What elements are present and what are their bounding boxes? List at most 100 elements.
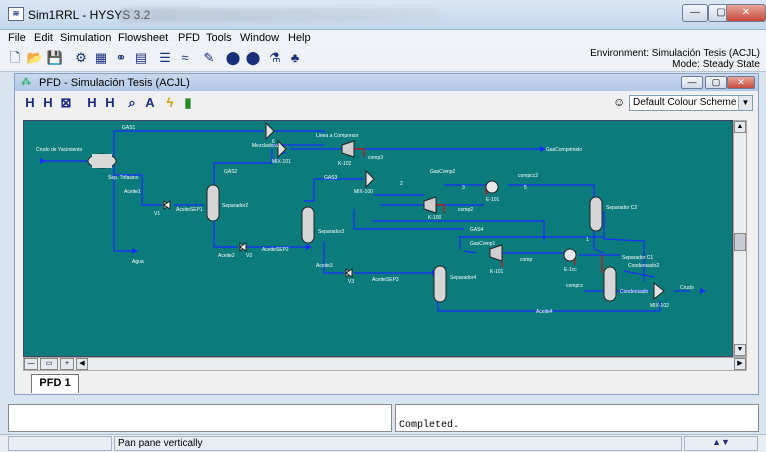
color-scheme-icon: ☺ <box>613 95 626 109</box>
save-icon[interactable]: 💾 <box>46 49 64 67</box>
open-folder-icon[interactable]: 📂 <box>26 49 44 67</box>
mix102-icon <box>653 281 665 301</box>
scroll-down-icon[interactable]: ▼ <box>734 344 746 356</box>
energy-stream-icon[interactable]: ≈ <box>176 49 194 67</box>
tab-pfd-1[interactable]: PFD 1 <box>31 374 79 393</box>
pfd-maximize-button[interactable]: ▢ <box>705 76 727 89</box>
pfd-canvas[interactable]: GAS1 Crudo de Yacimiento Sep. Trifasico … <box>23 120 733 357</box>
title-bar: ≋ Sim1RRL - HYSYS 3.2 — ▢ ✕ <box>0 0 766 30</box>
separator3-icon <box>301 206 315 244</box>
separator4-icon <box>433 265 447 303</box>
e101-icon <box>485 180 499 194</box>
size-mode-icon[interactable]: H <box>21 94 39 112</box>
label-e1cc: E-1cc <box>564 267 577 273</box>
binoculars-icon[interactable]: ⚭ <box>112 49 130 67</box>
label-separadorc2: Separador C2 <box>606 205 637 211</box>
chevron-down-icon[interactable]: ▼ <box>738 96 752 110</box>
color-scheme-value: Default Colour Scheme <box>633 97 737 108</box>
separator2-icon <box>206 184 220 222</box>
label-crudo2: Crudo <box>680 285 694 291</box>
fit-view-icon[interactable]: ⊠ <box>57 94 75 112</box>
scroll-thumb[interactable] <box>734 233 746 251</box>
separator-c2-icon <box>589 196 603 232</box>
label-gascomp1: GasComp1 <box>470 241 496 247</box>
solver-arrows-icon[interactable]: ▲▼ <box>684 436 758 451</box>
horizontal-scrollbar[interactable]: — ▭ + ◀ ▶ <box>23 357 747 371</box>
unit-ops-icon[interactable]: ⚙ <box>72 49 90 67</box>
label-comp3: comp3 <box>368 155 383 161</box>
color-scheme-select[interactable]: Default Colour Scheme ▼ <box>629 95 753 111</box>
pfd-title: PFD - Simulación Tesis (ACJL) <box>39 77 190 89</box>
zoom-in-icon[interactable]: + <box>60 358 74 370</box>
scroll-left-icon[interactable]: ◀ <box>76 358 88 370</box>
flask-icon[interactable]: ⚗ <box>266 49 284 67</box>
label-k100: K-100 <box>428 215 442 221</box>
label-mix101: MIX-101 <box>272 159 291 165</box>
palette-icon[interactable]: ▮ <box>179 94 197 112</box>
label-2: 2 <box>400 181 403 187</box>
auto-position-icon[interactable]: H <box>39 94 57 112</box>
object-palette-icon[interactable]: ✎ <box>200 49 218 67</box>
pfd-toolbar: H H ⊠ H H ⌕ A ϟ ▮ ☺ Default Colour Schem… <box>15 91 758 115</box>
label-1: 1 <box>586 237 589 243</box>
minimize-button[interactable]: — <box>682 4 708 22</box>
label-separadorc1: Separador C1 <box>622 255 653 261</box>
label-gascomp2: GasComp2 <box>430 169 456 175</box>
label-linea: Linea a Compresor <box>316 133 359 139</box>
menu-tools[interactable]: Tools <box>206 32 232 44</box>
label-v1: V1 <box>154 211 160 217</box>
label-aceitesep2: AceiteSEP2 <box>262 247 289 253</box>
label-condensado2: Condensado2 <box>628 263 659 269</box>
menu-window[interactable]: Window <box>240 32 279 44</box>
label-5: 5 <box>524 185 527 191</box>
close-button[interactable]: ✕ <box>726 4 766 22</box>
stream-icon[interactable]: ☰ <box>156 49 174 67</box>
pfd-minimize-button[interactable]: — <box>681 76 703 89</box>
menu-edit[interactable]: Edit <box>34 32 53 44</box>
break-connection-icon[interactable]: H <box>83 94 101 112</box>
solver-active-icon[interactable]: ⬤ <box>224 49 242 67</box>
label-aceitesep1: AceiteSEP1 <box>176 207 203 213</box>
mix101-icon <box>277 139 287 159</box>
scroll-right-icon[interactable]: ▶ <box>734 358 746 370</box>
databook-icon[interactable]: ▤ <box>132 49 150 67</box>
status-text: Pan pane vertically <box>118 438 203 449</box>
new-file-icon[interactable]: 🗋 <box>6 49 24 67</box>
environment-label: Environment: Simulación Tesis (ACJL) <box>590 48 760 59</box>
separator-c1-icon <box>603 266 617 302</box>
zoom-out-icon[interactable]: — <box>24 358 38 370</box>
quick-route-icon[interactable]: ϟ <box>161 94 179 112</box>
label-e101: E-101 <box>486 197 500 203</box>
label-3: 3 <box>462 185 465 191</box>
attach-mode-icon[interactable]: H <box>101 94 119 112</box>
zoom-icon[interactable]: ⌕ <box>123 94 141 112</box>
scroll-up-icon[interactable]: ▲ <box>734 121 746 133</box>
three-phase-separator-icon <box>87 153 117 169</box>
pfd-close-button[interactable]: ✕ <box>727 76 755 89</box>
mode-label: Mode: Steady State <box>672 59 760 70</box>
menu-file[interactable]: File <box>8 32 26 44</box>
mezcladora-icon <box>265 121 275 141</box>
status-segment-left <box>8 436 112 451</box>
label-agua: Agua <box>132 259 144 265</box>
main-toolbar: 🗋 📂 💾 ⚙ ▦ ⚭ ▤ ☰ ≈ ✎ ⬤ ⬤ ⚗ ♣ Environment:… <box>0 46 766 72</box>
workbook-icon[interactable]: ▦ <box>92 49 110 67</box>
solver-hold-icon[interactable]: ⬤ <box>244 49 262 67</box>
k102-icon <box>341 140 355 158</box>
vertical-scrollbar[interactable]: ▲ ▼ <box>733 120 747 357</box>
text-label-icon[interactable]: A <box>141 94 159 112</box>
menu-flowsheet[interactable]: Flowsheet <box>118 32 168 44</box>
k100-icon <box>423 196 437 214</box>
menu-pfd[interactable]: PFD <box>178 32 200 44</box>
label-aceite1: Aceite1 <box>124 189 141 195</box>
zoom-fit-icon[interactable]: ▭ <box>40 358 58 370</box>
menu-simulation[interactable]: Simulation <box>60 32 111 44</box>
blurred-taskbar-region <box>120 8 440 22</box>
label-gas2: GAS2 <box>224 169 238 175</box>
label-gas3: GAS3 <box>324 175 338 181</box>
pfd-title-bar: ⁂ PFD - Simulación Tesis (ACJL) — ▢ ✕ <box>15 74 758 91</box>
label-comp2: comp2 <box>458 207 473 213</box>
plant-icon[interactable]: ♣ <box>286 49 304 67</box>
label-gas4: GAS4 <box>470 227 484 233</box>
menu-help[interactable]: Help <box>288 32 311 44</box>
